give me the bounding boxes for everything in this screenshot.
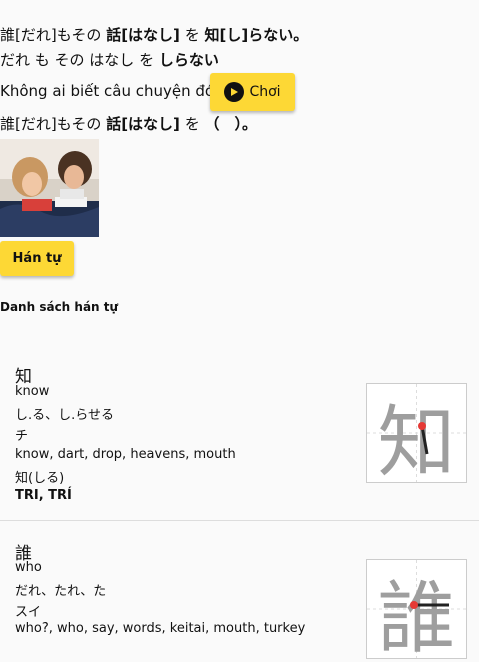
kanji-stroke-animation[interactable]: 誰 <box>366 559 467 662</box>
kanji-keywords: know, dart, drop, heavens, mouth <box>15 447 236 462</box>
quiz-particle: を <box>184 115 200 133</box>
play-label: Chơi <box>249 84 281 100</box>
kanji-keywords: who?, who, say, words, keitai, mouth, tu… <box>15 621 306 636</box>
sentence-answer: 知[し]らない。 <box>204 26 309 44</box>
kanji-button[interactable]: Hán tự <box>0 241 74 276</box>
kanji-section-title: Danh sách hán tự <box>0 300 119 314</box>
kana-answer: しらない <box>158 51 219 69</box>
svg-text:誰: 誰 <box>377 574 455 658</box>
kanji-meaning: know <box>15 384 50 399</box>
sentence-quiz: 誰[だれ]もその 話[はなし] を （ ）。 <box>0 114 257 134</box>
quiz-blank: （ ）。 <box>204 115 257 133</box>
kanji-kun: だれ、たれ、た <box>15 584 107 599</box>
sentence-kana: だれ も その はなし を しらない <box>0 50 219 70</box>
kanji-card[interactable]: 知 know し.る、し.らせる チ know, dart, drop, hea… <box>0 360 479 520</box>
kanji-card[interactable]: 誰 who だれ、たれ、た スイ who?, who, say, words, … <box>0 537 479 662</box>
sentence-particle: を <box>184 26 200 44</box>
play-icon <box>224 82 245 102</box>
sentence-translation: Không ai biết câu chuyện đó. <box>0 82 219 100</box>
kanji-kun: し.る、し.らせる <box>15 408 115 423</box>
kanji-divider <box>0 520 479 521</box>
kanji-stroke-animation[interactable]: 知 <box>366 383 467 488</box>
play-button[interactable]: Chơi <box>210 73 295 111</box>
sentence-word: 話[はなし] <box>106 26 180 44</box>
kanji-on: スイ <box>15 605 42 620</box>
quiz-prefix: 誰[だれ]もその <box>0 115 102 133</box>
sentence-prefix: 誰[だれ]もその <box>0 26 102 44</box>
kana-prefix: だれ も その はなし を <box>0 51 155 69</box>
svg-text:知: 知 <box>377 398 455 482</box>
sentence-furigana: 誰[だれ]もその 話[はなし] を 知[し]らない。 <box>0 25 308 45</box>
quiz-word: 話[はなし] <box>106 115 180 133</box>
kanji-example: 知(しる) <box>15 471 65 486</box>
sentence-photo <box>0 139 99 237</box>
kanji-hanviet: TRI, TRÍ <box>15 488 72 503</box>
kanji-meaning: who <box>15 560 42 575</box>
kanji-on: チ <box>15 429 29 444</box>
